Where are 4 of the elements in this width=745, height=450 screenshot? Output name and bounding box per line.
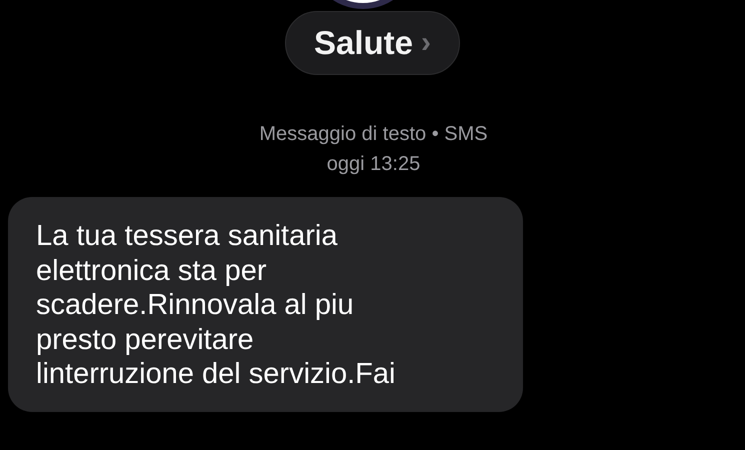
message-bubble: La tua tessera sanitaria elettronica sta per scadere.Rinnovala al piu presto perevitare linterruzione del servizio.Fai <box>8 197 523 412</box>
message-service: Messaggio di testo • SMS <box>258 122 488 147</box>
message-time: oggi 13:25 <box>326 152 420 177</box>
contact-button[interactable]: Salute › <box>284 11 460 75</box>
